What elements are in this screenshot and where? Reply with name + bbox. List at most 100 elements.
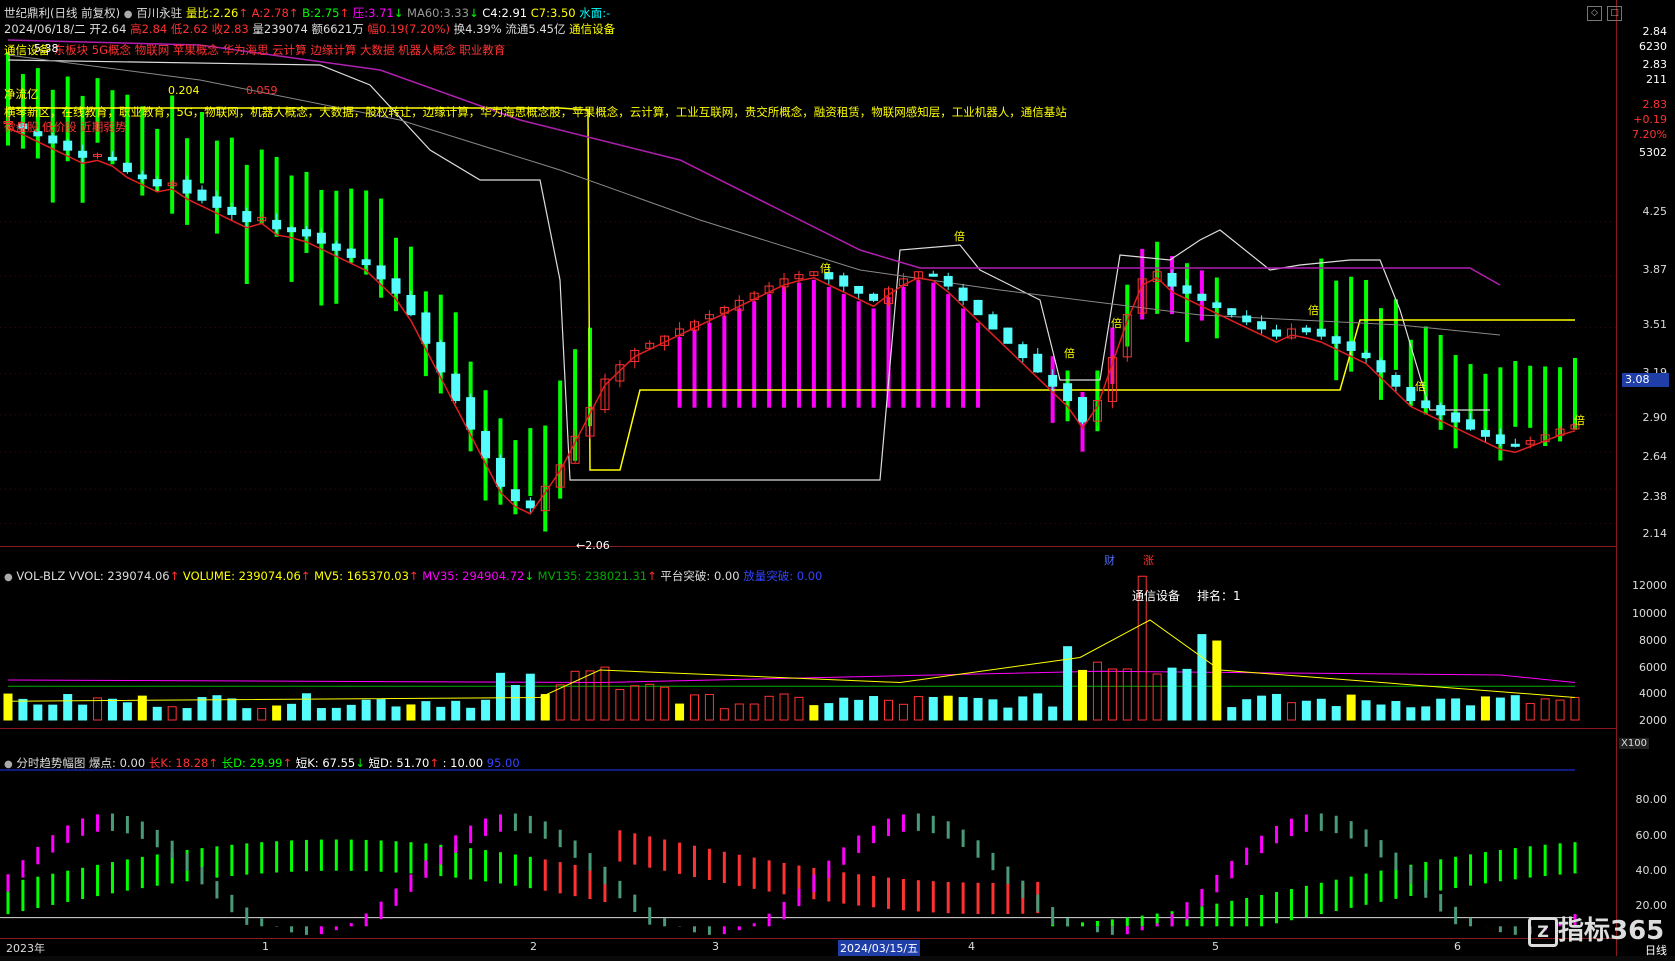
up-arrow-icon: ↑ — [300, 569, 311, 583]
up-arrow-icon: ↑ — [282, 756, 293, 770]
trend-tick: 80.00 — [1635, 793, 1668, 806]
x-label: 4 — [968, 940, 975, 953]
quote-date: 2024/06/18/二 — [4, 22, 86, 36]
up-arrow-icon: ↑ — [288, 6, 299, 20]
up-arrow-icon: ↑ — [429, 756, 439, 770]
ten-value: : 10.00 — [442, 756, 484, 770]
up-arrow-icon: ↑ — [339, 6, 350, 20]
volume-header: ● VOL-BLZ VVOL: 239074.06↑ VOLUME: 23907… — [4, 568, 822, 584]
cai-marker: 财 — [1104, 554, 1115, 567]
down-arrow-icon: ↓ — [355, 756, 365, 770]
ya-value: 3.71 — [368, 6, 394, 20]
rank-label: 排名：1 — [1197, 589, 1241, 603]
quote-float: 流通5.45亿 — [505, 22, 566, 36]
price-tick: 2.14 — [1642, 527, 1668, 540]
watermark-text: 指标365 — [1558, 916, 1665, 946]
rank-industry: 通信设备 — [1132, 589, 1181, 603]
x-label: 2023年 — [6, 942, 45, 955]
down-arrow-icon: ↓ — [468, 6, 479, 20]
concept-line-1: 通信设备 东板块 5G概念 物联网 苹果概念 华为海思 云计算 边缘计算 大数据… — [4, 42, 505, 58]
volume-tick: 6000 — [1639, 661, 1667, 674]
logo-icon: Z — [1528, 916, 1558, 947]
price-tick: 3.87 — [1642, 263, 1668, 276]
readout-pct: 7.20% — [1632, 128, 1667, 141]
x-label: 6 — [1454, 940, 1461, 953]
c7-value: 3.50 — [549, 6, 576, 20]
mv135-value: MV135: 238021.31 — [537, 569, 648, 583]
maximize-icon[interactable]: □ — [1607, 6, 1622, 21]
volume-tick: 2000 — [1639, 714, 1667, 727]
up-arrow-icon: ↑ — [408, 569, 419, 583]
restore-icon[interactable]: ◇ — [1587, 6, 1602, 21]
price-tick: 2.90 — [1642, 411, 1668, 424]
concept-line-2: 横琴新区，在线教育，职业教育，5G，物联网，机器人概念，大数据，股权转让，边缘计… — [4, 105, 1067, 119]
settings-icon[interactable]: ● — [4, 572, 13, 583]
quote-amount: 额6621万 — [311, 22, 364, 36]
duank-value: 短K: 67.55 — [295, 756, 356, 770]
liangbi-label: 量比: — [185, 6, 213, 20]
x-label: 3 — [712, 940, 719, 953]
current-price-badge: 3.08 — [1622, 373, 1669, 387]
shuimian-value: - — [606, 6, 611, 20]
price-pane — [0, 0, 1617, 547]
volume-indicator-name[interactable]: VOL-BLZ — [16, 569, 65, 583]
volume-tick: 4000 — [1639, 687, 1667, 700]
flow-b: 0.059 — [246, 84, 278, 97]
quote-industry[interactable]: 通信设备 — [569, 22, 615, 36]
bei-marker: 倍 — [954, 230, 965, 243]
concept-list: 东板块 5G概念 物联网 苹果概念 华为海思 云计算 边缘计算 大数据 机器人概… — [53, 43, 506, 57]
readout-count: 211 — [1646, 73, 1667, 86]
quote-low: 低2.62 — [170, 22, 208, 36]
trend-indicator-name[interactable]: 分时趋势幅图 — [16, 756, 85, 770]
trend-tick: 60.00 — [1635, 829, 1668, 842]
price-tick: 2.38 — [1642, 490, 1668, 503]
readout-close: 2.83 — [1642, 58, 1668, 71]
duand-value: 短D: 51.70 — [368, 756, 430, 770]
up-arrow-icon: ↑ — [169, 569, 180, 583]
zhang-marker: 涨 — [1143, 554, 1154, 567]
readout-vol: 6230 — [1639, 40, 1667, 53]
quote-turnover: 换4.39% — [453, 22, 502, 36]
quote-open: 开2.64 — [89, 22, 127, 36]
readout-change: +0.19 — [1633, 113, 1667, 126]
low-price-value: 2.06 — [585, 539, 610, 552]
b-label: B: — [302, 6, 314, 20]
a-value: 2.78 — [263, 6, 289, 20]
bei-marker: 倍 — [1415, 380, 1426, 393]
quote-line: 2024/06/18/二 开2.64 高2.84 低2.62 收2.83 量23… — [4, 21, 615, 37]
watermark-logo: Z 指标365 — [1528, 910, 1664, 947]
low-price-label: ←2.06 — [576, 539, 610, 552]
stock-name[interactable]: 世纪鼎利(日线 前复权) — [4, 6, 120, 20]
down-arrow-icon: ↓ — [393, 6, 404, 20]
price-header: 世纪鼎利(日线 前复权) ● 百川永驻 量比:2.26↑ A:2.78↑ B:2… — [4, 5, 610, 21]
readout-5302: 5302 — [1639, 146, 1667, 159]
bei-marker: 倍 — [1574, 414, 1585, 427]
status-bar — [0, 956, 1675, 961]
volume-value: VOLUME: 239074.06 — [182, 569, 301, 583]
price-tick: 4.25 — [1642, 205, 1668, 218]
shuimian-label: 水面: — [579, 6, 607, 20]
ma60-value: 3.33 — [443, 6, 469, 20]
trend-tick: 40.00 — [1635, 864, 1668, 877]
up-arrow-icon: ↑ — [238, 6, 248, 20]
volume-unit: X100 — [1619, 738, 1649, 749]
settings-icon[interactable]: ● — [4, 759, 13, 770]
readout-price: 2.83 — [1642, 98, 1668, 111]
platform-break-value: 平台突破: 0.00 — [660, 569, 740, 583]
ma60-label: MA60: — [407, 6, 444, 20]
up-arrow-icon: ↑ — [647, 569, 657, 583]
price-tick: 3.51 — [1642, 318, 1668, 331]
price-tick: 2.64 — [1642, 450, 1668, 463]
x-label: 5 — [1212, 940, 1219, 953]
bei-marker: 倍 — [1064, 347, 1075, 360]
settings-icon[interactable]: ● — [124, 9, 133, 20]
up-arrow-icon: ↑ — [208, 756, 218, 770]
indicator-name[interactable]: 百川永驻 — [136, 6, 182, 20]
bei-marker: 倍 — [1308, 304, 1319, 317]
trend-header: ● 分时趋势幅图 爆点: 0.00 长K: 18.28↑ 长D: 29.99↑ … — [4, 755, 520, 771]
ninetyfive-value: 95.00 — [486, 756, 520, 770]
quote-close: 收2.83 — [211, 22, 249, 36]
b-value: 2.75 — [313, 6, 340, 20]
volume-tick: 10000 — [1632, 607, 1667, 620]
quote-volume: 量239074 — [252, 22, 308, 36]
